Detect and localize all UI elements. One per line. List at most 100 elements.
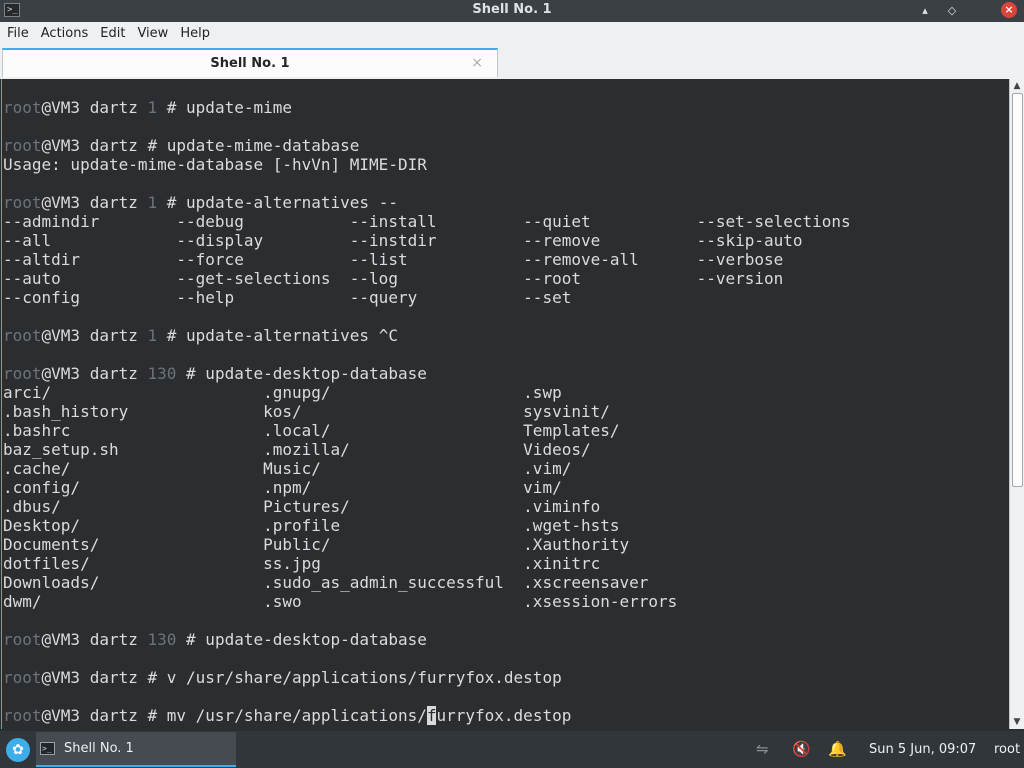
terminal-text: baz_setup.sh .mozilla/ Videos/ xyxy=(3,440,591,459)
user-indicator[interactable]: root xyxy=(994,731,1020,768)
terminal-line: --admindir --debug --install --quiet --s… xyxy=(3,212,851,231)
terminal-text: .dbus/ Pictures/ .viminfo xyxy=(3,497,601,516)
terminal-text: .bashrc .local/ Templates/ xyxy=(3,421,620,440)
terminal-line: --altdir --force --list --remove-all --v… xyxy=(3,250,851,269)
tab-label: Shell No. 1 xyxy=(210,56,290,71)
terminal-text: @VM3 dartz xyxy=(41,326,148,345)
terminal-text: .cache/ Music/ .vim/ xyxy=(3,459,572,478)
terminal-text: @VM3 dartz xyxy=(41,630,148,649)
terminal-text: # update-mime xyxy=(157,98,292,117)
terminal-text: root xyxy=(3,98,42,117)
menu-bar: File Actions Edit View Help xyxy=(0,22,1024,47)
terminal-line: baz_setup.sh .mozilla/ Videos/ xyxy=(3,440,851,459)
terminal-line: --all --display --instdir --remove --ski… xyxy=(3,231,851,250)
terminal-text: # update-alternatives -- xyxy=(157,193,398,212)
scroll-thumb[interactable] xyxy=(1012,93,1023,487)
terminal-text: # update-desktop-database xyxy=(176,364,427,383)
terminal-text: urryfox.destop xyxy=(436,706,572,725)
terminal-line: Documents/ Public/ .Xauthority xyxy=(3,535,851,554)
terminal-text: --altdir --force --list --remove-all --v… xyxy=(3,250,784,269)
terminal-line: .config/ .npm/ vim/ xyxy=(3,478,851,497)
terminal-line: arci/ .gnupg/ .swp xyxy=(3,383,851,402)
tab-close-icon[interactable]: × xyxy=(471,50,483,76)
terminal-text: .config/ .npm/ vim/ xyxy=(3,478,562,497)
terminal-line: --auto --get-selections --log --root --v… xyxy=(3,269,851,288)
tab-bar: Shell No. 1 × xyxy=(0,46,1024,79)
terminal-line: dotfiles/ ss.jpg .xinitrc xyxy=(3,554,851,573)
terminal-text: Usage: update-mime-database [-hvVn] MIME… xyxy=(3,155,427,174)
terminal-text: --auto --get-selections --log --root --v… xyxy=(3,269,784,288)
terminal-line: .cache/ Music/ .vim/ xyxy=(3,459,851,478)
terminal-line: dwm/ .swo .xsession-errors xyxy=(3,592,851,611)
terminal-text: .bash_history kos/ sysvinit/ xyxy=(3,402,610,421)
terminal-line: root@VM3 dartz 130 # update-desktop-data… xyxy=(3,364,851,383)
terminal-text: # update-alternatives ^C xyxy=(157,326,398,345)
terminal-text: 1 xyxy=(147,98,158,117)
minimize-button[interactable]: ▴ xyxy=(916,2,934,20)
menu-view[interactable]: View xyxy=(132,22,173,46)
window-titlebar[interactable]: >_ Shell No. 1 ▴ ◇ × xyxy=(0,0,1024,22)
terminal-lines: root@VM3 dartz 1 # update-mime root@VM3 d… xyxy=(3,98,851,725)
terminal-line: root@VM3 dartz # mv /usr/share/applicati… xyxy=(3,706,851,725)
terminal-line: root@VM3 dartz 1 # update-mime xyxy=(3,98,851,117)
terminal-line: root@VM3 dartz # update-mime-database xyxy=(3,136,851,155)
terminal-line: --config --help --query --set xyxy=(3,288,851,307)
clock[interactable]: Sun 5 Jun, 09:07 xyxy=(869,731,976,768)
terminal-text: @VM3 dartz # v /usr/share/applications/f… xyxy=(41,668,562,687)
close-button[interactable]: × xyxy=(1001,2,1017,18)
maximize-button[interactable]: ◇ xyxy=(943,2,961,20)
terminal-line: root@VM3 dartz 130 # update-desktop-data… xyxy=(3,630,851,649)
terminal-text: --all --display --instdir --remove --ski… xyxy=(3,231,803,250)
terminal-text: --admindir --debug --install --quiet --s… xyxy=(3,212,851,231)
terminal-scrollbar[interactable]: ▲ ▼ xyxy=(1009,79,1024,729)
kde-launcher-icon[interactable]: ✿ xyxy=(6,738,30,762)
terminal-text: dwm/ .swo .xsession-errors xyxy=(3,592,678,611)
menu-file[interactable]: File xyxy=(2,22,34,46)
terminal-output[interactable]: root@VM3 dartz 1 # update-mime root@VM3 d… xyxy=(1,79,1010,729)
terminal-line: Usage: update-mime-database [-hvVn] MIME… xyxy=(3,155,851,174)
terminal-text: root xyxy=(3,364,42,383)
terminal-text: @VM3 dartz # update-mime-database xyxy=(41,136,360,155)
taskbar: ✿ >_ Shell No. 1 ⇋ 🔇 🔔 Sun 5 Jun, 09:07 … xyxy=(0,731,1024,768)
terminal-text: @VM3 dartz # mv /usr/share/applications/ xyxy=(41,706,427,725)
menu-help[interactable]: Help xyxy=(175,22,215,46)
terminal-text: 130 xyxy=(147,364,177,383)
terminal-text: Documents/ Public/ .Xauthority xyxy=(3,535,630,554)
task-label: Shell No. 1 xyxy=(64,741,134,756)
terminal-line: root@VM3 dartz # v /usr/share/applicatio… xyxy=(3,668,851,687)
menu-actions[interactable]: Actions xyxy=(36,22,94,46)
terminal-text: root xyxy=(3,326,42,345)
network-icon[interactable]: ⇋ xyxy=(756,731,769,768)
terminal-text: root xyxy=(3,630,42,649)
scroll-up-icon[interactable]: ▲ xyxy=(1010,79,1024,93)
terminal-text: 1 xyxy=(147,326,158,345)
terminal-icon: >_ xyxy=(40,742,55,755)
menu-edit[interactable]: Edit xyxy=(95,22,130,46)
terminal-text: @VM3 dartz xyxy=(41,364,148,383)
terminal-line: .bash_history kos/ sysvinit/ xyxy=(3,402,851,421)
volume-muted-icon[interactable]: 🔇 xyxy=(792,731,811,768)
terminal-text: root xyxy=(3,136,42,155)
terminal-text: Desktop/ .profile .wget-hsts xyxy=(3,516,620,535)
terminal-text: root xyxy=(3,706,42,725)
taskbar-task-shell[interactable]: >_ Shell No. 1 xyxy=(36,732,236,767)
terminal-line: Downloads/ .sudo_as_admin_successful .xs… xyxy=(3,573,851,592)
terminal-line: root@VM3 dartz 1 # update-alternatives -… xyxy=(3,193,851,212)
terminal-line: .bashrc .local/ Templates/ xyxy=(3,421,851,440)
terminal-text: root xyxy=(3,193,42,212)
terminal-text: 130 xyxy=(147,630,177,649)
notifications-icon[interactable]: 🔔 xyxy=(828,731,847,768)
terminal-text: root xyxy=(3,668,42,687)
terminal-text: dotfiles/ ss.jpg .xinitrc xyxy=(3,554,601,573)
scroll-down-icon[interactable]: ▼ xyxy=(1010,715,1024,729)
tab-shell-1[interactable]: Shell No. 1 × xyxy=(2,48,498,77)
terminal-text: # update-desktop-database xyxy=(176,630,427,649)
terminal-text: 1 xyxy=(147,193,158,212)
terminal-text: @VM3 dartz xyxy=(41,193,148,212)
